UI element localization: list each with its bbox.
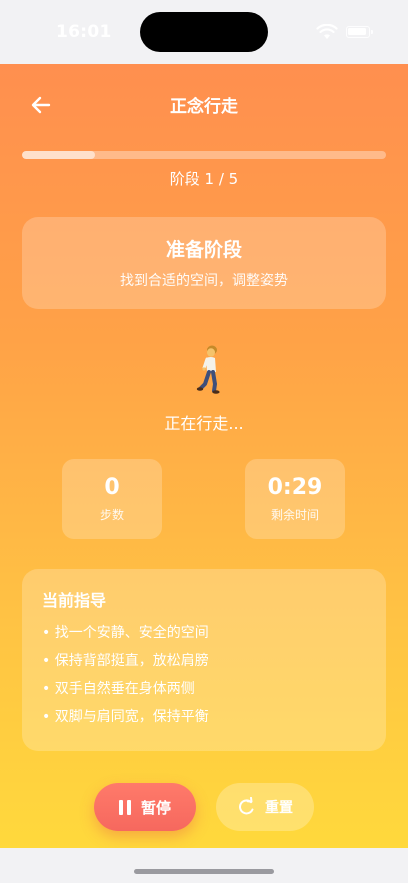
wifi-icon [316, 24, 338, 39]
walking-status: 正在行走... [164, 414, 244, 433]
pause-button-label: 暂停 [140, 798, 171, 817]
guidance-card: 当前指导 找一个安静、安全的空间 保持背部挺直，放松肩膀 双手自然垂在身体两侧 … [22, 569, 386, 751]
remaining-time-value: 0:29 [267, 475, 323, 500]
phase-card: 准备阶段 找到合适的空间，调整姿势 [22, 217, 386, 309]
steps-value: 0 [104, 475, 120, 500]
mindful-walking-screen: 正念行走 阶段 1 / 5 准备阶段 找到合适的空间，调整姿势 正在行走... … [0, 64, 408, 848]
guidance-item: 双脚与肩同宽，保持平衡 [42, 703, 366, 731]
refresh-icon [239, 797, 254, 815]
remaining-time-card: 0:29 剩余时间 [245, 459, 345, 539]
stage-progress-fill [22, 151, 95, 159]
status-bar: 16:01 [0, 0, 408, 64]
guidance-list: 找一个安静、安全的空间 保持背部挺直，放松肩膀 双手自然垂在身体两侧 双脚与肩同… [42, 619, 366, 731]
guidance-item: 保持背部挺直，放松肩膀 [42, 647, 366, 675]
steps-card: 0 步数 [62, 459, 162, 539]
guidance-item: 找一个安静、安全的空间 [42, 619, 366, 647]
home-indicator-area [0, 848, 408, 883]
page-title: 正念行走 [170, 97, 238, 117]
status-time: 16:01 [56, 22, 112, 42]
guidance-title: 当前指导 [42, 591, 107, 610]
reset-button-label: 重置 [265, 800, 293, 816]
pause-icon [118, 799, 131, 815]
reset-button[interactable]: 重置 [216, 783, 314, 831]
phase-subtitle: 找到合适的空间，调整姿势 [120, 273, 288, 289]
steps-label: 步数 [99, 508, 124, 522]
phase-title: 准备阶段 [165, 239, 242, 261]
home-indicator[interactable] [134, 869, 274, 874]
stage-counter: 阶段 1 / 5 [169, 170, 239, 188]
stage-progress-bar [22, 151, 386, 159]
remaining-time-label: 剩余时间 [270, 508, 319, 522]
battery-icon [346, 26, 373, 38]
dynamic-island [140, 12, 268, 52]
person-walking-icon [196, 345, 220, 394]
header: 正念行走 [0, 64, 408, 144]
pause-button[interactable]: 暂停 [94, 783, 196, 831]
guidance-item: 双手自然垂在身体两侧 [42, 675, 366, 703]
